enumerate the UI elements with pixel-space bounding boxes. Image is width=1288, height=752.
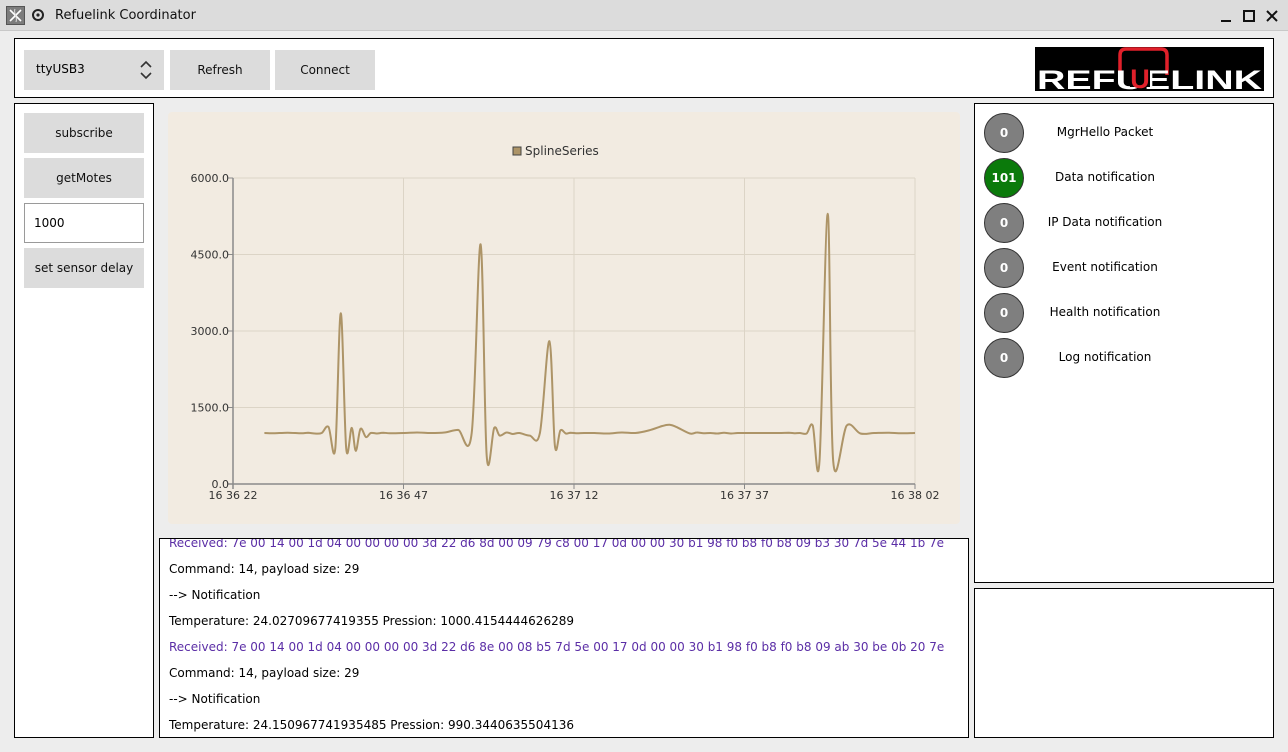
notification-count-badge: 0 [984, 248, 1024, 288]
get-motes-button[interactable]: getMotes [24, 158, 144, 198]
port-select-value: ttyUSB3 [36, 62, 85, 76]
log-line: --> Notification [169, 588, 261, 602]
subscribe-button[interactable]: subscribe [24, 113, 144, 153]
app-icon [6, 6, 25, 25]
log-line: --> Notification [169, 692, 261, 706]
notification-count-badge: 0 [984, 113, 1024, 153]
log-line-received: Received: 7e 00 14 00 1d 04 00 00 00 00 … [169, 640, 945, 654]
toolbar-panel: ttyUSB3 Refresh Connect REFUELINK U [14, 38, 1274, 98]
detail-panel [974, 588, 1274, 738]
refuelink-logo: REFUELINK U [1035, 47, 1264, 95]
notification-row: 0 IP Data notification [984, 203, 1264, 243]
minimize-button[interactable] [1216, 6, 1236, 26]
y-tick-label: 1500.0 [191, 402, 230, 415]
close-button[interactable] [1262, 6, 1282, 26]
message-log[interactable]: Received: 7e 00 14 00 1d 04 00 00 00 00 … [159, 538, 969, 738]
log-line-received: Received: 7e 00 14 00 1d 04 00 00 00 00 … [169, 538, 945, 550]
notification-label: MgrHello Packet [1056, 125, 1154, 139]
set-sensor-delay-button[interactable]: set sensor delay [24, 248, 144, 288]
command-sidebar: subscribe getMotes set sensor delay [14, 103, 154, 738]
up-down-arrows-icon [138, 58, 154, 82]
title-bar: Refuelink Coordinator [0, 0, 1288, 31]
notification-row: 101 Data notification [984, 158, 1264, 198]
notification-panel: 0 MgrHello Packet 101 Data notification 0 IP … [974, 103, 1274, 583]
x-tick-label: 16 38 02 [891, 489, 940, 502]
refresh-button[interactable]: Refresh [170, 50, 270, 90]
legend-label: SplineSeries [525, 144, 599, 158]
legend-marker [512, 146, 522, 156]
connect-button[interactable]: Connect [275, 50, 375, 90]
svg-text:U: U [1130, 64, 1150, 91]
notification-count-badge: 0 [984, 338, 1024, 378]
notification-count-badge: 0 [984, 203, 1024, 243]
port-select[interactable]: ttyUSB3 [24, 50, 164, 90]
sensor-delay-input[interactable] [24, 203, 144, 243]
chart-area: 0.0 1500.0 3000.0 4500.0 6000.0 16 36 22 16 36… [168, 112, 960, 524]
notification-label: Event notification [1052, 260, 1158, 274]
log-line: Command: 14, payload size: 29 [169, 562, 360, 576]
notification-count-badge: 101 [984, 158, 1024, 198]
y-tick-label: 4500.0 [191, 249, 230, 262]
notification-label: IP Data notification [1047, 215, 1163, 229]
y-tick-label: 3000.0 [191, 325, 230, 338]
x-tick-label: 16 37 37 [720, 489, 769, 502]
spline-chart: 0.01500.03000.04500.06000.016 36 22 16 36… [191, 144, 940, 502]
notification-row: 0 Health notification [984, 293, 1264, 333]
window-title: Refuelink Coordinator [55, 8, 196, 23]
notification-label: Health notification [1049, 305, 1161, 319]
log-line: Command: 14, payload size: 29 [169, 666, 360, 680]
y-tick-label: 6000.0 [191, 172, 230, 185]
series-line [264, 212, 916, 473]
notification-label: Data notification [1055, 170, 1155, 184]
notification-label: Log notification [1058, 350, 1152, 364]
x-tick-label: 16 37 12 [550, 489, 599, 502]
x-tick-label: 16 36 22 [209, 489, 258, 502]
log-line: Temperature: 24.02709677419355 Pression:… [169, 614, 574, 628]
pin-icon[interactable] [31, 8, 45, 22]
maximize-button[interactable] [1239, 6, 1259, 26]
notification-row: 0 Log notification [984, 338, 1264, 378]
notification-row: 0 Event notification [984, 248, 1264, 288]
notification-row: 0 MgrHello Packet [984, 113, 1264, 153]
notification-count-badge: 0 [984, 293, 1024, 333]
log-line: Temperature: 24.150967741935485 Pression… [169, 718, 574, 732]
x-tick-label: 16 36 47 [379, 489, 428, 502]
